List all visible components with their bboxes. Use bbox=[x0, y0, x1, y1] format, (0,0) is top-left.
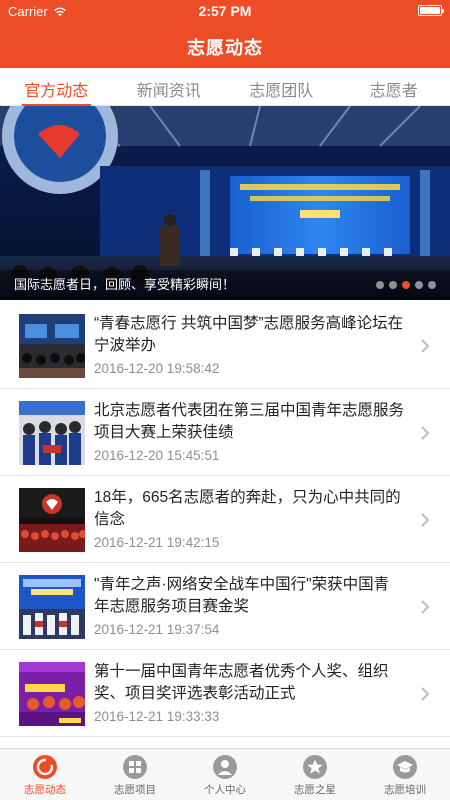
tab-official-news[interactable]: 官方动态 bbox=[0, 68, 113, 106]
carousel-dot[interactable] bbox=[415, 281, 423, 289]
tabbar-label: 个人中心 bbox=[204, 784, 246, 796]
status-bar: Carrier 2:57 PM bbox=[0, 0, 450, 22]
page-title: 志愿动态 bbox=[187, 38, 263, 58]
news-thumbnail bbox=[19, 401, 85, 465]
bottom-tab-bar: 志愿动态 志愿项目 个人中心 志愿之星 志愿培训 bbox=[0, 748, 450, 800]
chevron-right-icon bbox=[421, 339, 430, 353]
person-icon bbox=[213, 755, 237, 779]
star-icon bbox=[303, 755, 327, 779]
banner-caption: 国际志愿者日，回顾、享受精彩瞬间！ bbox=[14, 277, 236, 292]
news-title: 第十一届中国青年志愿者优秀个人奖、组织奖、项目奖评选表彰活动正式 bbox=[94, 663, 389, 702]
news-thumbnail bbox=[19, 575, 85, 639]
volunteer-news-icon bbox=[33, 755, 57, 779]
news-title: "青年之声·网络安全战车中国行"荣获中国青年志愿服务项目赛金奖 bbox=[94, 576, 390, 615]
news-thumbnail bbox=[19, 488, 85, 552]
projects-grid-icon bbox=[123, 755, 147, 779]
tabbar-label: 志愿之星 bbox=[294, 784, 336, 796]
tabbar-label: 志愿动态 bbox=[24, 784, 66, 796]
tabbar-label: 志愿项目 bbox=[114, 784, 156, 796]
tab-volunteer-teams[interactable]: 志愿团队 bbox=[225, 68, 338, 105]
chevron-right-icon bbox=[421, 426, 430, 440]
news-item[interactable]: 第十一届中国青年志愿者优秀个人奖、组织奖、项目奖评选表彰活动正式 2016-12… bbox=[0, 650, 450, 737]
news-date: 2016-12-21 19:33:33 bbox=[94, 709, 220, 724]
news-title: 18年，665名志愿者的奔赴，只为心中共同的信念 bbox=[94, 489, 401, 528]
tabbar-item-volunteer-news[interactable]: 志愿动态 bbox=[0, 749, 90, 800]
news-title: “青春志愿行 共筑中国梦”志愿服务高峰论坛在宁波举办 bbox=[94, 315, 404, 354]
news-item[interactable]: 北京志愿者代表团在第三届中国青年志愿服务项目大赛上荣获佳绩 2016-12-20… bbox=[0, 389, 450, 476]
tab-volunteers[interactable]: 志愿者 bbox=[338, 68, 450, 105]
chevron-right-icon bbox=[421, 513, 430, 527]
battery-icon bbox=[418, 5, 444, 16]
carousel-dot[interactable] bbox=[376, 281, 384, 289]
news-date: 2016-12-21 19:37:54 bbox=[94, 622, 220, 637]
banner-carousel[interactable]: 国际志愿者日，回顾、享受精彩瞬间！ bbox=[0, 106, 450, 300]
news-date: 2016-12-20 19:58:42 bbox=[94, 361, 220, 376]
news-thumbnail bbox=[19, 314, 85, 378]
carousel-dot-active[interactable] bbox=[402, 281, 410, 289]
chevron-right-icon bbox=[421, 687, 430, 701]
news-title: 北京志愿者代表团在第三届中国青年志愿服务项目大赛上荣获佳绩 bbox=[94, 402, 405, 441]
news-thumbnail bbox=[19, 662, 85, 726]
tabbar-item-projects[interactable]: 志愿项目 bbox=[90, 749, 180, 800]
news-item[interactable]: "青年之声·网络安全战车中国行"荣获中国青年志愿服务项目赛金奖 2016-12-… bbox=[0, 563, 450, 650]
news-date: 2016-12-21 19:42:15 bbox=[94, 535, 220, 550]
training-cap-icon bbox=[393, 755, 417, 779]
category-tabs: 官方动态 新闻资讯 志愿团队 志愿者 bbox=[0, 68, 450, 106]
tab-news-info[interactable]: 新闻资讯 bbox=[113, 68, 226, 105]
tabbar-label: 志愿培训 bbox=[384, 784, 426, 796]
carousel-dots bbox=[376, 281, 436, 289]
app-header: Carrier 2:57 PM 志愿动态 bbox=[0, 0, 450, 68]
tabbar-item-stars[interactable]: 志愿之星 bbox=[270, 749, 360, 800]
chevron-right-icon bbox=[421, 600, 430, 614]
news-item[interactable]: “青春志愿行 共筑中国梦”志愿服务高峰论坛在宁波举办 2016-12-20 19… bbox=[0, 302, 450, 389]
carousel-dot[interactable] bbox=[389, 281, 397, 289]
status-time: 2:57 PM bbox=[198, 3, 252, 19]
carousel-dot[interactable] bbox=[428, 281, 436, 289]
tabbar-item-training[interactable]: 志愿培训 bbox=[360, 749, 450, 800]
news-list: “青春志愿行 共筑中国梦”志愿服务高峰论坛在宁波举办 2016-12-20 19… bbox=[0, 302, 450, 737]
tabbar-item-profile[interactable]: 个人中心 bbox=[180, 749, 270, 800]
news-date: 2016-12-20 15:45:51 bbox=[94, 448, 220, 463]
news-item[interactable]: 18年，665名志愿者的奔赴，只为心中共同的信念 2016-12-21 19:4… bbox=[0, 476, 450, 563]
